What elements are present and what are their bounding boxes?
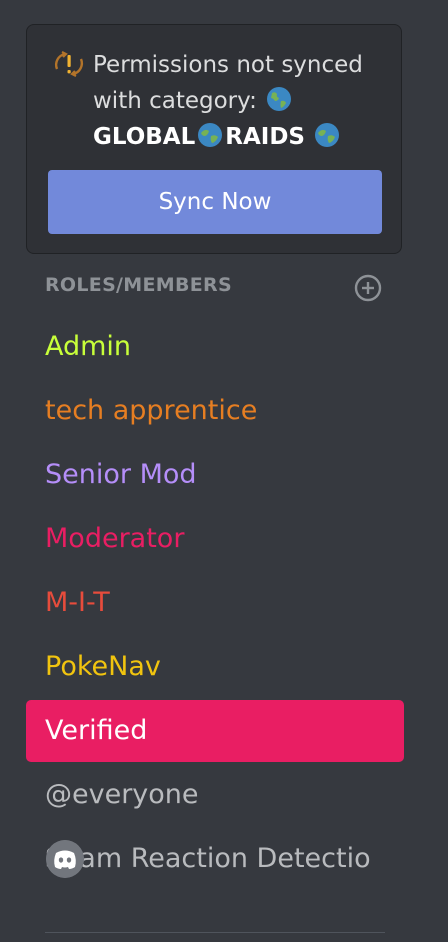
- role-item-senior-mod[interactable]: Senior Mod: [26, 444, 404, 506]
- role-label: M-I-T: [45, 587, 110, 618]
- role-label: PokeNav: [45, 651, 161, 682]
- role-item-verified[interactable]: Verified: [26, 700, 404, 762]
- role-label: Senior Mod: [45, 459, 197, 490]
- sync-notice-message: Permissions not synced with category:: [93, 52, 363, 114]
- role-item-admin[interactable]: Admin: [26, 316, 404, 378]
- role-label: tech apprentice: [45, 395, 258, 426]
- role-permissions-panel: Permissions not synced with category: GL…: [0, 0, 448, 942]
- role-item-moderator[interactable]: Moderator: [26, 508, 404, 570]
- role-label: @everyone: [45, 779, 199, 810]
- role-item-pokenav[interactable]: PokeNav: [26, 636, 404, 698]
- role-item-m-i-t[interactable]: M-I-T: [26, 572, 404, 634]
- sync-warning-icon: [54, 51, 84, 77]
- role-item-tech-apprentice[interactable]: tech apprentice: [26, 380, 404, 442]
- sync-notice-text: Permissions not synced with category: GL…: [93, 47, 393, 155]
- sync-notice-card: Permissions not synced with category: GL…: [26, 24, 402, 254]
- globe-icon: [267, 87, 292, 111]
- role-item-everyone[interactable]: @everyone: [26, 764, 404, 826]
- add-role-icon[interactable]: [354, 274, 382, 302]
- role-label: Moderator: [45, 523, 185, 554]
- globe-icon: [315, 123, 340, 147]
- list-divider: [45, 932, 385, 933]
- member-label: Spam Reaction Detectio: [45, 843, 371, 874]
- member-item-spam-reaction-detection[interactable]: Spam Reaction Detectio: [26, 828, 404, 890]
- category-name-part1: GLOBAL: [93, 124, 196, 150]
- globe-icon: [198, 123, 223, 147]
- role-label: Verified: [45, 715, 148, 746]
- roles-members-list: Admin tech apprentice Senior Mod Moderat…: [26, 316, 404, 892]
- role-label: Admin: [45, 331, 132, 362]
- roles-members-header: ROLES/MEMBERS: [45, 274, 232, 296]
- sync-now-button[interactable]: Sync Now: [48, 170, 382, 234]
- category-name-part2: RAIDS: [225, 124, 305, 150]
- discord-avatar-icon: [46, 840, 84, 878]
